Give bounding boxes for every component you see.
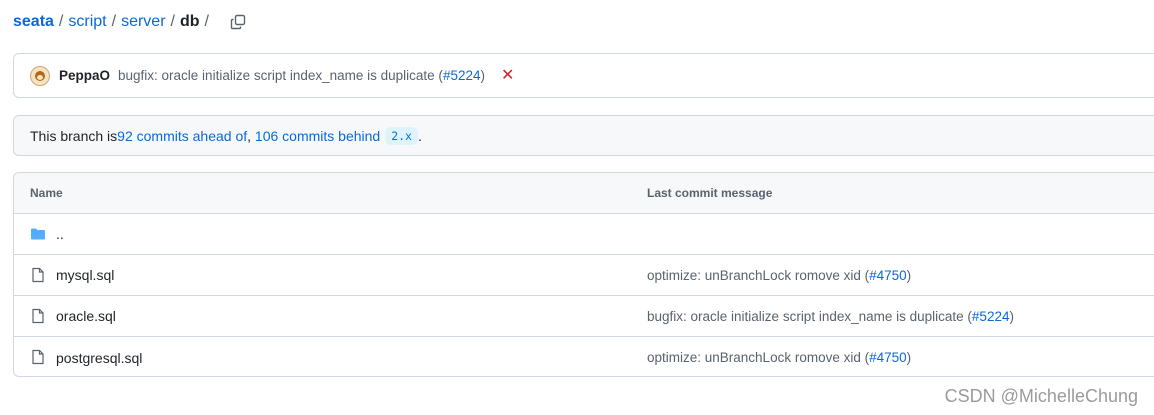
file-commit-pr-link[interactable]: #5224 [972,309,1010,324]
commit-message-suffix: ) [480,68,485,83]
file-name-link[interactable]: mysql.sql [56,267,114,283]
breadcrumb-script-link[interactable]: script [68,13,106,31]
parent-directory-link[interactable]: .. [56,226,64,242]
commit-message-text: bugfix: oracle initialize script index_n… [118,68,443,83]
commits-behind-link[interactable]: 106 commits behind [255,128,380,144]
file-commit-message: bugfix: oracle initialize script index_n… [647,309,1014,324]
file-icon [32,308,44,324]
commits-ahead-link[interactable]: 92 commits ahead of [117,128,247,144]
breadcrumb-separator: / [111,13,117,30]
commit-author-link[interactable]: PeppaO [59,68,110,83]
table-row[interactable]: postgresql.sql optimize: unBranchLock ro… [14,337,1154,376]
file-commit-message: optimize: unBranchLock romove xid (#4750… [647,350,911,365]
file-commit-pr-link[interactable]: #4750 [869,350,907,365]
branch-status-bar: This branch is 92 commits ahead of , 106… [13,115,1154,156]
branch-status-suffix: . [417,127,422,144]
file-commit-text: optimize: unBranchLock romove xid ( [647,267,870,283]
file-commit-message: optimize: unBranchLock romove xid (#4750… [647,268,911,283]
latest-commit-bar: PeppaO bugfix: oracle initialize script … [13,53,1154,98]
base-branch-badge[interactable]: 2.x [385,126,418,145]
file-commit-suffix: ) [1009,308,1014,324]
branch-status-prefix: This branch is [30,127,118,144]
breadcrumb-separator: / [58,13,64,30]
file-name-link[interactable]: oracle.sql [56,308,116,324]
column-header-last-commit: Last commit message [647,186,773,200]
avatar[interactable] [30,65,50,86]
parent-directory-row[interactable]: .. [14,214,1154,255]
file-icon [32,349,44,365]
column-header-name: Name [30,186,63,200]
file-name-link[interactable]: postgresql.sql [56,350,142,366]
file-commit-text: optimize: unBranchLock romove xid ( [647,350,870,365]
breadcrumb-current: db [179,13,200,30]
commit-pr-link[interactable]: #5224 [443,68,481,83]
table-row[interactable]: oracle.sql bugfix: oracle initialize scr… [14,296,1154,337]
copy-path-button[interactable] [228,12,248,32]
file-icon [32,267,44,283]
file-commit-suffix: ) [906,267,912,283]
branch-status-comma: , [247,127,255,144]
table-row[interactable]: mysql.sql optimize: unBranchLock romove … [14,255,1154,296]
breadcrumb-separator: / [170,13,175,30]
watermark: CSDN @MichelleChung [944,386,1138,406]
table-header: Name Last commit message [14,173,1154,214]
file-commit-suffix: ) [906,350,912,365]
file-commit-text: bugfix: oracle initialize script index_n… [647,308,972,324]
file-table: Name Last commit message .. mysql.sql op… [13,172,1154,377]
commit-message: bugfix: oracle initialize script index_n… [118,68,485,83]
copy-icon [230,14,246,30]
breadcrumb-repo-link[interactable]: seata [13,13,54,31]
breadcrumb-separator: / [204,13,209,30]
breadcrumb: seata / script / server / db / [13,10,248,34]
file-commit-pr-link[interactable]: #4750 [869,268,907,283]
folder-icon [31,228,45,240]
breadcrumb-server-link[interactable]: server [121,13,165,31]
x-icon[interactable]: ✕ [501,67,514,84]
